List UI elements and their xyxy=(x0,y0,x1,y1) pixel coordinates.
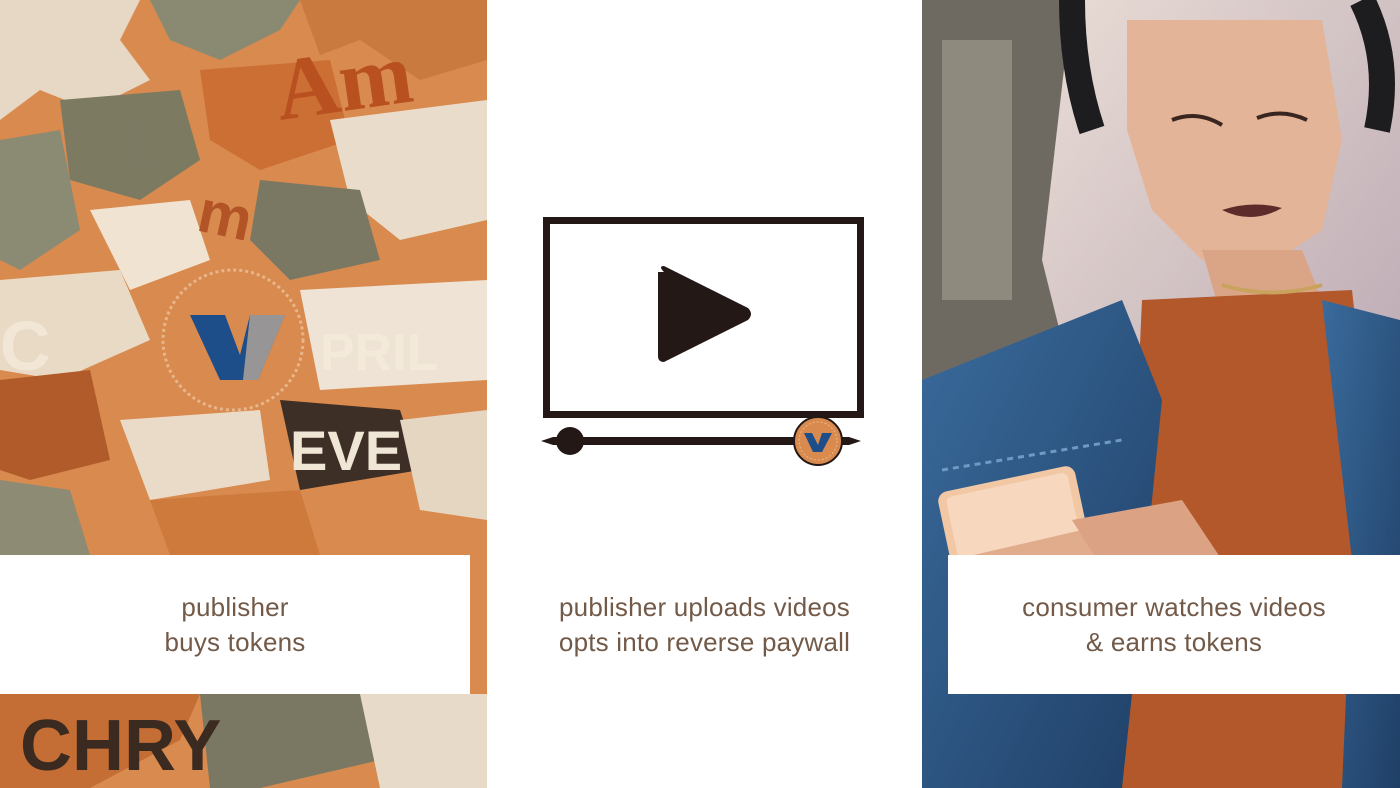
step-1-line-2: buys tokens xyxy=(164,626,306,657)
slide: Am L m PRIL C EVE CHRY publisher buys to… xyxy=(0,0,1400,788)
play-icon[interactable] xyxy=(658,266,754,362)
svg-text:CHRY: CHRY xyxy=(20,706,221,786)
step-2-line-2: opts into reverse paywall xyxy=(558,626,851,657)
step-3-line-2: & earns tokens xyxy=(1085,626,1263,657)
step-1-caption: publisher buys tokens xyxy=(0,555,470,694)
svg-text:PRIL: PRIL xyxy=(320,324,438,382)
step-2-caption: publisher uploads videos opts into rever… xyxy=(487,555,922,694)
step-3-caption: consumer watches videos & earns tokens xyxy=(948,555,1400,694)
svg-text:C: C xyxy=(0,307,51,385)
step-3-line-1: consumer watches videos xyxy=(1022,591,1326,622)
progress-knob-icon[interactable] xyxy=(556,427,584,455)
step-2-line-1: publisher uploads videos xyxy=(559,591,850,622)
video-progress-bar[interactable] xyxy=(539,415,863,467)
step-1-line-1: publisher xyxy=(181,591,289,622)
svg-text:L: L xyxy=(120,98,169,187)
svg-text:EVE: EVE xyxy=(290,419,402,482)
v-token-icon[interactable] xyxy=(793,416,843,466)
svg-text:Am: Am xyxy=(269,25,418,140)
